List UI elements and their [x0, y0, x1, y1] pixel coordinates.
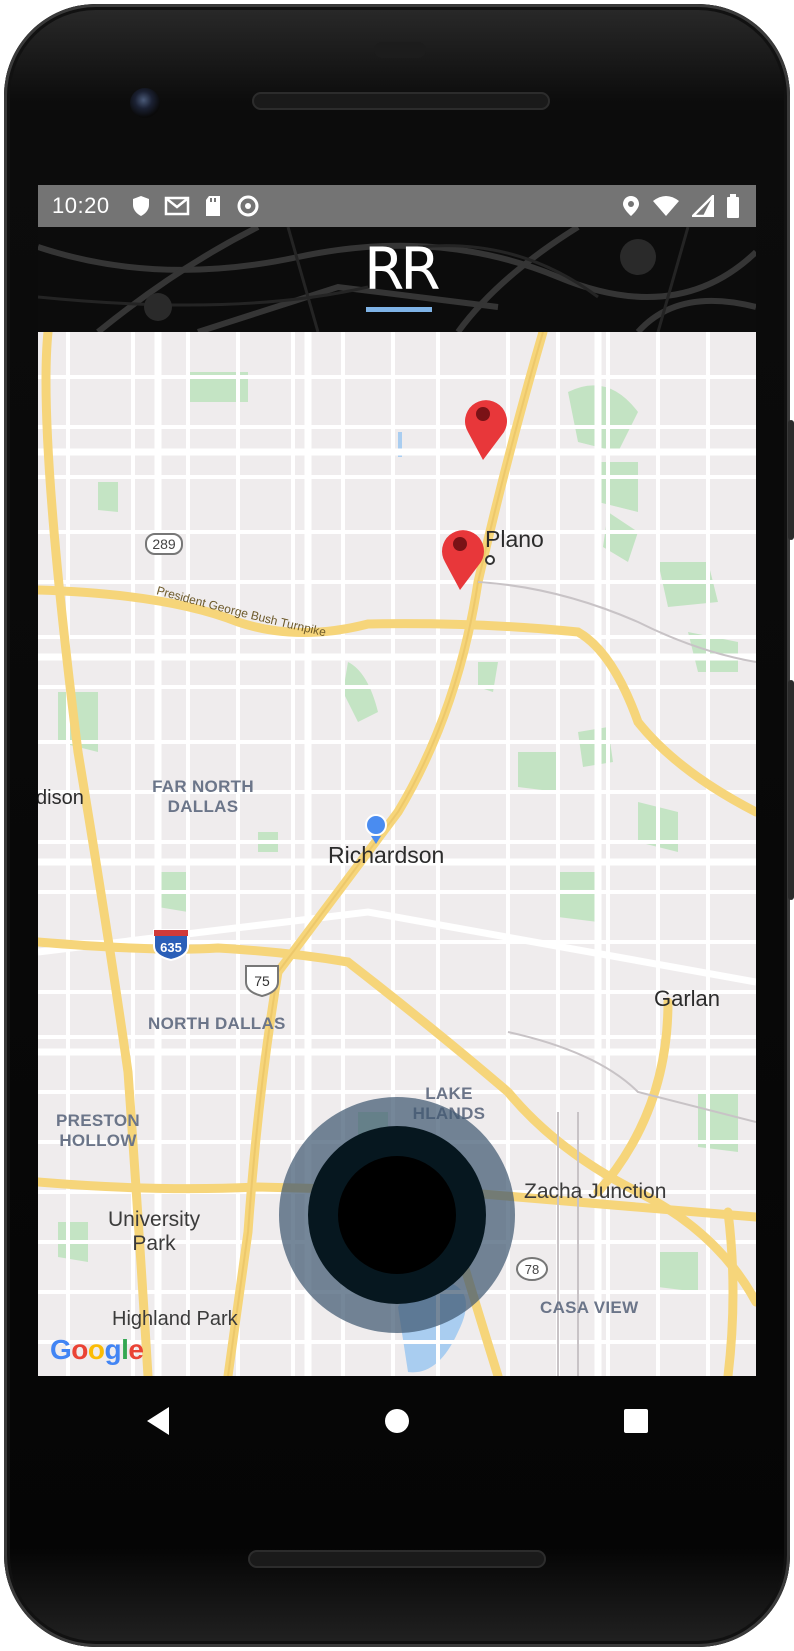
power-button — [788, 680, 794, 900]
svg-text:635: 635 — [160, 940, 182, 955]
label-far-north-dallas: FAR NORTH DALLAS — [152, 777, 254, 816]
earpiece-top — [374, 42, 426, 58]
bottom-speaker — [248, 1550, 546, 1568]
navigation-bar — [38, 1376, 756, 1466]
svg-text:75: 75 — [254, 973, 270, 989]
label-garland: Garlan — [654, 986, 721, 1011]
turnpike-label: President George Bush Turnpike — [155, 583, 328, 639]
back-button[interactable] — [128, 1391, 188, 1451]
volume-button — [788, 420, 794, 540]
shield-icon — [132, 196, 149, 216]
app-logo: RR — [364, 235, 441, 303]
my-location-dot[interactable] — [365, 814, 387, 844]
sync-icon — [237, 195, 259, 217]
status-time: 10:20 — [52, 193, 110, 218]
sd-card-icon — [205, 196, 220, 216]
device-screen: 10:20 RR President George Bush Turnpike … — [38, 185, 756, 1376]
svg-text:78: 78 — [525, 1262, 539, 1277]
label-preston-hollow: PRESTON HOLLOW — [56, 1111, 140, 1150]
label-addison: dison — [38, 787, 84, 809]
route-289-shield: 289 — [145, 533, 183, 555]
app-header: RR — [38, 227, 756, 332]
label-casa-view: CASA VIEW — [540, 1298, 639, 1317]
back-icon — [146, 1407, 169, 1435]
front-camera — [130, 88, 160, 118]
svg-text:289: 289 — [152, 536, 176, 552]
label-zacha-junction: Zacha Junction — [524, 1180, 667, 1203]
google-logo: Google — [50, 1334, 144, 1365]
route-78-shield: 78 — [516, 1257, 548, 1281]
label-university-park: University Park — [108, 1208, 201, 1255]
mail-icon — [164, 196, 189, 216]
home-button[interactable] — [367, 1391, 427, 1451]
battery-icon — [727, 194, 739, 218]
label-north-dallas: NORTH DALLAS — [148, 1014, 286, 1033]
recents-button[interactable] — [606, 1391, 666, 1451]
home-icon — [384, 1409, 409, 1433]
top-speaker — [252, 92, 550, 110]
interstate-635-shield: 635 — [153, 929, 189, 962]
location-icon — [623, 196, 639, 216]
us-75-shield: 75 — [245, 965, 279, 998]
signal-icon — [692, 195, 714, 217]
label-richardson: Richardson — [328, 842, 445, 868]
label-plano: Plano — [485, 526, 544, 552]
logo-underline — [366, 307, 432, 312]
label-highland-park: Highland Park — [112, 1308, 238, 1330]
status-bar: 10:20 — [38, 185, 756, 227]
map-view[interactable]: President George Bush Turnpike 289 635 7… — [38, 332, 756, 1376]
recents-icon — [624, 1409, 649, 1433]
joystick-knob[interactable] — [338, 1156, 456, 1274]
wifi-icon — [653, 196, 679, 216]
google-attribution: Google — [50, 1334, 144, 1366]
